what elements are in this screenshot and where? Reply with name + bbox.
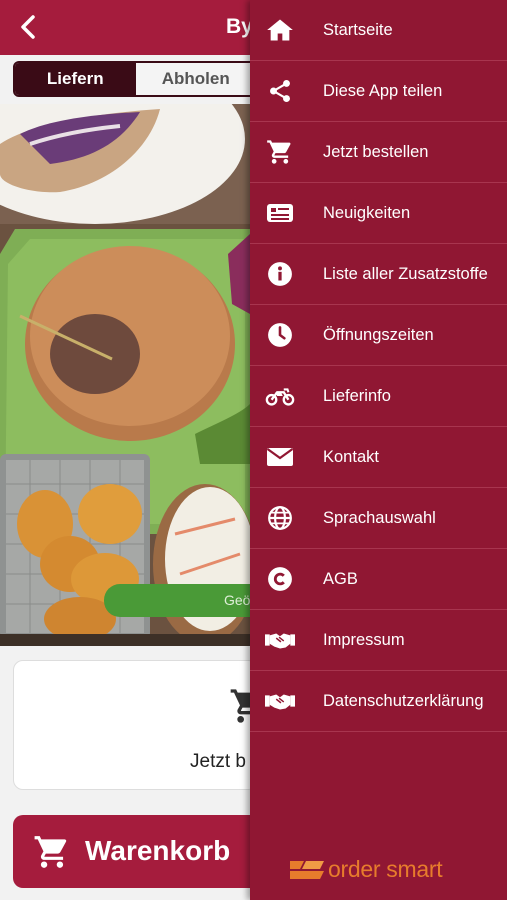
menu-item-order-now[interactable]: Jetzt bestellen [250,122,507,183]
handshake-icon [265,625,295,655]
envelope-icon [265,442,295,472]
menu-item-opening-hours[interactable]: Öffnungszeiten [250,305,507,366]
menu-item-news[interactable]: Neuigkeiten [250,183,507,244]
globe-icon [265,503,295,533]
menu-item-terms[interactable]: AGB [250,549,507,610]
share-icon [265,76,295,106]
menu-item-label: Datenschutzerklärung [323,691,484,710]
menu-item-label: Lieferinfo [323,386,391,405]
hero-food-image [0,104,250,646]
tab-pickup[interactable]: Abholen [136,63,257,95]
brand-logo: order smart [290,854,443,884]
order-now-card[interactable]: Jetzt b [13,660,258,790]
cart-icon [265,137,295,167]
menu-item-label: Impressum [323,630,405,649]
clock-icon [265,320,295,350]
menu-item-label: Kontakt [323,447,379,466]
menu-item-home[interactable]: Startseite [250,0,507,61]
order-now-label: Jetzt b [190,751,246,772]
menu-item-label: Öffnungszeiten [323,325,434,344]
home-icon [265,15,295,45]
cart-button[interactable]: Warenkorb [13,815,258,888]
location-status-banner[interactable]: Geö [104,584,254,617]
menu-item-label: Jetzt bestellen [323,142,429,161]
navigation-drawer: Startseite Diese App teilen Jetzt bestel… [250,0,507,900]
motorcycle-icon [265,381,295,411]
tab-deliver[interactable]: Liefern [15,63,136,95]
menu-item-label: Neuigkeiten [323,203,411,222]
cart-icon [33,833,71,876]
menu-item-label: Liste aller Zusatzstoffe [323,264,488,283]
delivery-mode-switch: Liefern Abholen [13,61,258,97]
menu-item-label: Sprachauswahl [323,508,436,527]
handshake-icon [265,686,295,716]
menu-item-label: AGB [323,569,358,588]
menu-item-privacy[interactable]: Datenschutzerklärung [250,671,507,732]
chevron-left-icon [21,15,35,39]
menu-item-imprint[interactable]: Impressum [250,610,507,671]
menu-item-delivery-info[interactable]: Lieferinfo [250,366,507,427]
copyright-icon [265,564,295,594]
menu-item-share-app[interactable]: Diese App teilen [250,61,507,122]
drawer-menu: Startseite Diese App teilen Jetzt bestel… [250,0,507,732]
menu-item-contact[interactable]: Kontakt [250,427,507,488]
menu-item-additives[interactable]: Liste aller Zusatzstoffe [250,244,507,305]
menu-item-label: Startseite [323,20,393,39]
menu-item-language[interactable]: Sprachauswahl [250,488,507,549]
cart-button-label: Warenkorb [85,835,231,866]
info-icon [265,259,295,289]
brand-name: order smart [328,855,443,882]
order-smart-logo-icon [290,861,324,879]
menu-item-label: Diese App teilen [323,81,443,100]
back-button[interactable] [14,12,44,42]
news-icon [265,198,295,228]
